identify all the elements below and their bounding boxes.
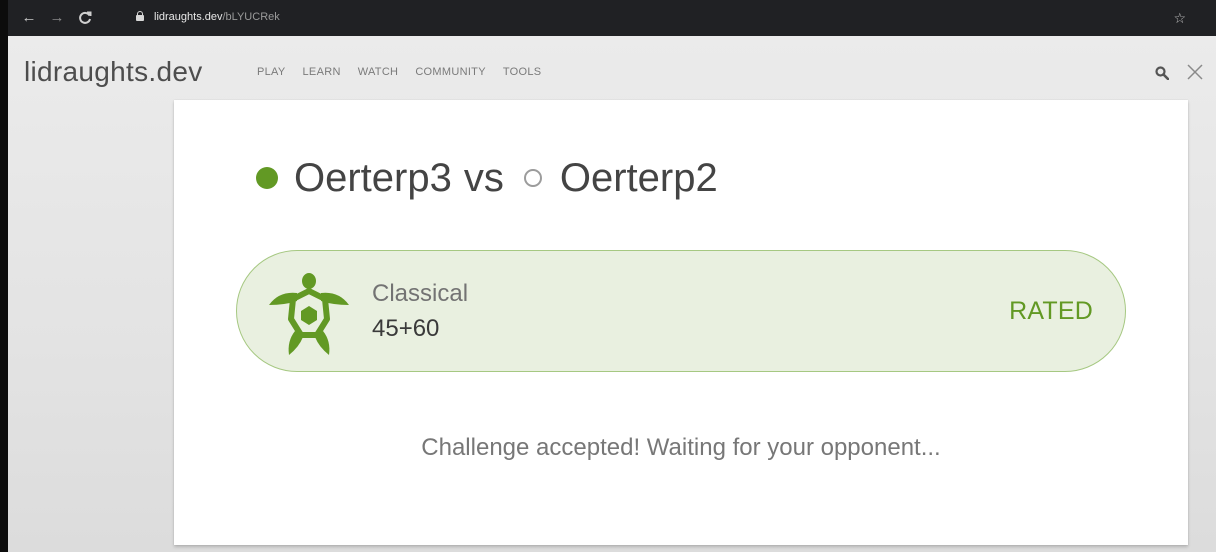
menu-item-play[interactable]: PLAY [257, 65, 286, 79]
url-text: lidraughts.dev/bLYUCRek [154, 9, 280, 25]
rated-label: RATED [1009, 297, 1093, 325]
clock-label: 45+60 [372, 315, 440, 342]
online-status-icon [256, 167, 278, 189]
player2-name[interactable]: Oerterp2 [560, 156, 718, 201]
status-message: Challenge accepted! Waiting for your opp… [421, 434, 941, 461]
site-logo[interactable]: lidraughts.dev [24, 55, 203, 89]
challenge-card: Oerterp3 vs Oerterp2 Classical 45+60 RAT… [174, 100, 1188, 545]
speed-label: Classical [372, 280, 469, 307]
offline-status-icon [523, 169, 542, 187]
player1-name[interactable]: Oerterp3 [294, 156, 452, 201]
close-icon[interactable] [1184, 61, 1206, 83]
site-page: lidraughts.dev PLAY LEARN WATCH COMMUNIT… [0, 36, 1216, 552]
game-settings-pill: Classical 45+60 RATED [236, 250, 1126, 372]
browser-toolbar: ← → lidraughts.dev/bLYUCRek ☆ [0, 0, 1216, 36]
browser-window: ← → lidraughts.dev/bLYUCRek ☆ lidraughts… [0, 0, 1216, 552]
address-bar[interactable]: lidraughts.dev/bLYUCRek ☆ [110, 5, 1202, 29]
menu-item-learn[interactable]: LEARN [303, 65, 341, 79]
turtle-icon [267, 269, 351, 357]
search-icon[interactable] [1155, 66, 1170, 81]
menu-item-watch[interactable]: WATCH [358, 65, 399, 79]
url-path: /bLYUCRek [222, 11, 280, 23]
reload-icon[interactable] [76, 9, 94, 27]
players-heading: Oerterp3 vs Oerterp2 [256, 153, 718, 203]
lock-icon [136, 11, 144, 21]
menu-item-tools[interactable]: TOOLS [503, 65, 542, 79]
main-menu: PLAY LEARN WATCH COMMUNITY TOOLS [257, 65, 541, 79]
forward-arrow-icon[interactable]: → [48, 9, 66, 27]
bookmark-star-icon[interactable]: ☆ [1173, 11, 1186, 25]
vs-label: vs [463, 155, 504, 200]
site-header: lidraughts.dev PLAY LEARN WATCH COMMUNIT… [8, 36, 1216, 106]
menu-item-community[interactable]: COMMUNITY [415, 65, 486, 79]
back-arrow-icon[interactable]: ← [20, 9, 38, 27]
url-host: lidraughts.dev [154, 11, 223, 23]
